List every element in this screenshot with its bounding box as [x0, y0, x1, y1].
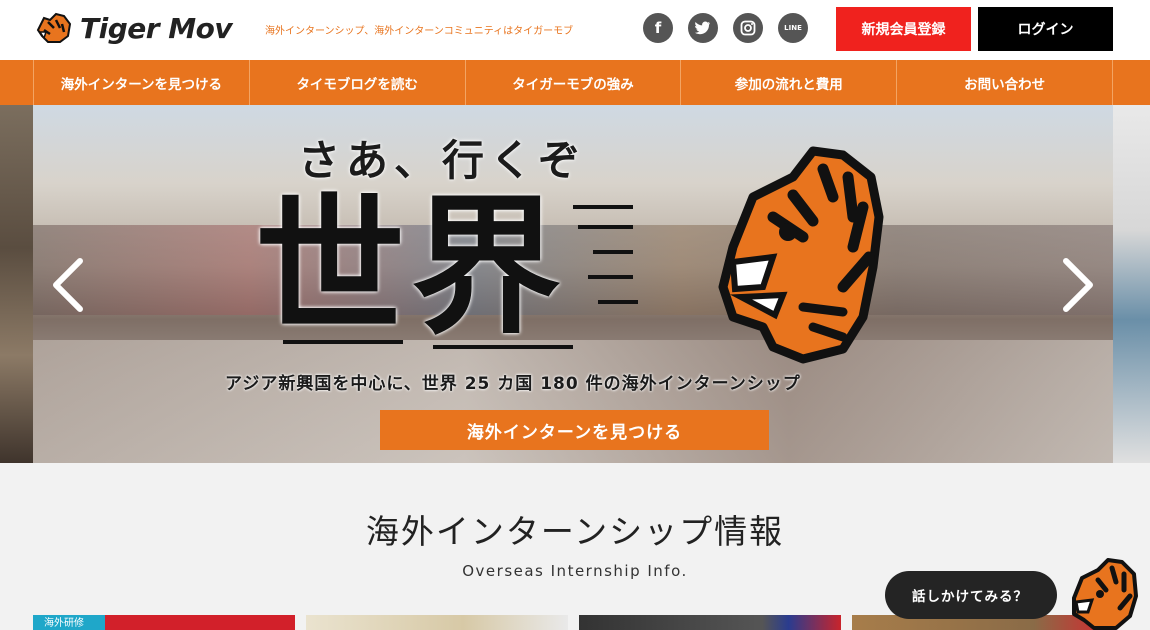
- carousel-next-arrow-icon[interactable]: [1058, 257, 1098, 313]
- card-tag: 海外研修: [33, 615, 105, 630]
- chat-tiger-icon[interactable]: [1064, 556, 1140, 630]
- hero-caption: アジア新興国を中心に、世界 25 カ国 180 件の海外インターンシップ: [225, 374, 801, 394]
- section-title: 海外インターンシップ情報: [365, 512, 785, 551]
- site-tagline: 海外インターンシップ、海外インターンコミュニティはタイガーモブ: [265, 26, 574, 37]
- instagram-icon[interactable]: [733, 13, 763, 43]
- nav-item-flow-cost[interactable]: 参加の流れと費用: [680, 60, 896, 105]
- chat-button[interactable]: 話しかけてみる？: [885, 571, 1057, 619]
- hero-background: [33, 225, 1113, 315]
- nav-item-blog[interactable]: タイモブログを読む: [248, 60, 465, 105]
- main-nav: 海外インターンを見つける タイモブログを読む タイガーモブの強み 参加の流れと費…: [0, 60, 1150, 105]
- tiger-logo-icon: [36, 12, 72, 43]
- carousel-prev-slide-preview: [0, 105, 33, 463]
- hero-find-internship-button[interactable]: 海外インターンを見つける: [380, 410, 769, 450]
- internship-card[interactable]: [306, 615, 568, 630]
- twitter-icon[interactable]: [688, 13, 718, 43]
- hero-subtitle: さあ、行くぞ: [298, 136, 587, 185]
- nav-item-contact[interactable]: お問い合わせ: [896, 60, 1113, 105]
- facebook-icon[interactable]: f: [643, 13, 673, 43]
- internship-card[interactable]: [579, 615, 841, 630]
- line-icon[interactable]: LINE: [778, 13, 808, 43]
- site-header: Tiger Mov 海外インターンシップ、海外インターンコミュニティはタイガーモ…: [0, 0, 1150, 60]
- internship-card[interactable]: 海外研修: [33, 615, 295, 630]
- site-logo[interactable]: Tiger Mov: [34, 8, 233, 48]
- nav-item-find-internship[interactable]: 海外インターンを見つける: [33, 60, 249, 105]
- carousel-prev-arrow-icon[interactable]: [48, 257, 88, 313]
- hero-carousel: さあ、行くぞ 世界 アジア新興国を中心に、世界 25 カ国 180 件の海外イン…: [0, 105, 1150, 463]
- register-button[interactable]: 新規会員登録: [836, 7, 971, 51]
- hero-slide: さあ、行くぞ 世界 アジア新興国を中心に、世界 25 カ国 180 件の海外イン…: [33, 105, 1113, 463]
- hero-headline: 世界: [255, 181, 568, 355]
- carousel-next-slide-preview: [1113, 105, 1150, 463]
- tiger-mascot-icon: [718, 146, 884, 364]
- login-button[interactable]: ログイン: [978, 7, 1113, 51]
- nav-item-strengths[interactable]: タイガーモブの強み: [464, 60, 681, 105]
- logo-text: Tiger Mov: [80, 11, 233, 45]
